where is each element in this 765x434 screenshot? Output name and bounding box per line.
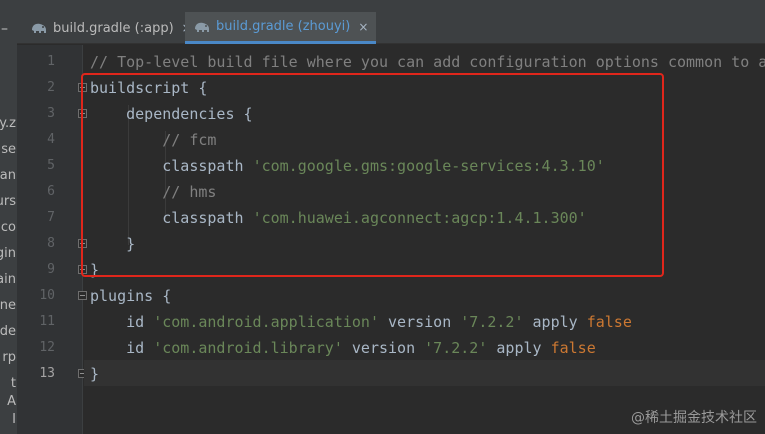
line-number: 8 — [47, 236, 55, 251]
current-line-highlight — [84, 360, 765, 386]
line-number: 11 — [39, 314, 55, 329]
code-token: apply — [487, 339, 551, 357]
project-tree-item[interactable]: urs — [0, 189, 16, 215]
code-token: version — [342, 339, 425, 357]
line-number: 2 — [47, 80, 55, 95]
line-number: 1 — [47, 54, 55, 69]
string-literal: '7.2.2' — [424, 339, 488, 357]
project-tree-item[interactable]: y.z — [0, 111, 16, 137]
code-token: plugins { — [90, 287, 172, 305]
string-literal: 'com.android.library' — [153, 339, 343, 357]
code-line: } — [90, 361, 99, 387]
code-token: } — [90, 365, 100, 383]
code-line: id 'com.android.library' version '7.2.2'… — [90, 335, 596, 361]
annotation-highlight-box — [81, 73, 664, 277]
project-tree-item[interactable]: an — [0, 163, 16, 189]
comment: // Top-level build file where you can ad… — [90, 53, 765, 71]
keyword: false — [550, 339, 596, 357]
project-tree-item[interactable]: gin — [0, 241, 16, 267]
tab-label: build.gradle (:app) — [53, 20, 174, 36]
code-line: // Top-level build file where you can ad… — [90, 49, 765, 75]
panel-toggle-icon[interactable]: – — [0, 18, 17, 40]
string-literal: '7.2.2' — [460, 313, 524, 331]
project-tree-item[interactable]: I — [12, 407, 16, 433]
code-token: version — [379, 313, 461, 331]
tab-label: build.gradle (zhouyi) — [216, 19, 351, 34]
close-icon[interactable]: × — [358, 20, 368, 34]
code-token: id — [90, 313, 154, 331]
tab-build-gradle-app[interactable]: build.gradle (:app) × — [22, 12, 200, 44]
code-token: id — [90, 339, 154, 357]
line-number: 7 — [47, 210, 55, 225]
line-number: 5 — [47, 158, 55, 173]
project-tree-item[interactable]: ain — [0, 267, 16, 293]
line-number: 6 — [47, 184, 55, 199]
code-line: plugins { — [90, 283, 171, 309]
line-number: 10 — [39, 288, 55, 303]
line-number: 9 — [47, 262, 55, 277]
project-panel: – y.zseanurscoginainneoderptAI — [0, 0, 17, 434]
watermark: @稀土掘金技术社区 — [631, 410, 757, 426]
string-literal: 'com.android.application' — [153, 313, 379, 331]
project-tree-item[interactable]: ode — [0, 319, 16, 345]
project-tree-item[interactable]: co — [1, 215, 16, 241]
project-tree-item[interactable]: ne — [0, 293, 16, 319]
project-tree-item[interactable]: se — [1, 137, 16, 163]
gradle-elephant-icon — [30, 21, 48, 35]
line-number: 4 — [47, 132, 55, 147]
code-token: apply — [523, 313, 587, 331]
line-number-gutter[interactable]: 1 2 3 4 5 6 7 8 9 10 11 12 13 — [17, 45, 87, 434]
line-number: 12 — [39, 340, 55, 355]
editor-tab-bar: build.gradle (:app) × build.gradle (zhou… — [17, 0, 765, 44]
tab-build-gradle-zhouyi[interactable]: build.gradle (zhouyi) × — [185, 12, 377, 44]
project-tree-item[interactable]: rp — [2, 345, 16, 371]
line-number: 3 — [47, 106, 55, 121]
code-line: id 'com.android.application' version '7.… — [90, 309, 632, 335]
line-number: 13 — [39, 366, 55, 381]
keyword: false — [586, 313, 632, 331]
gradle-elephant-icon — [193, 20, 211, 34]
